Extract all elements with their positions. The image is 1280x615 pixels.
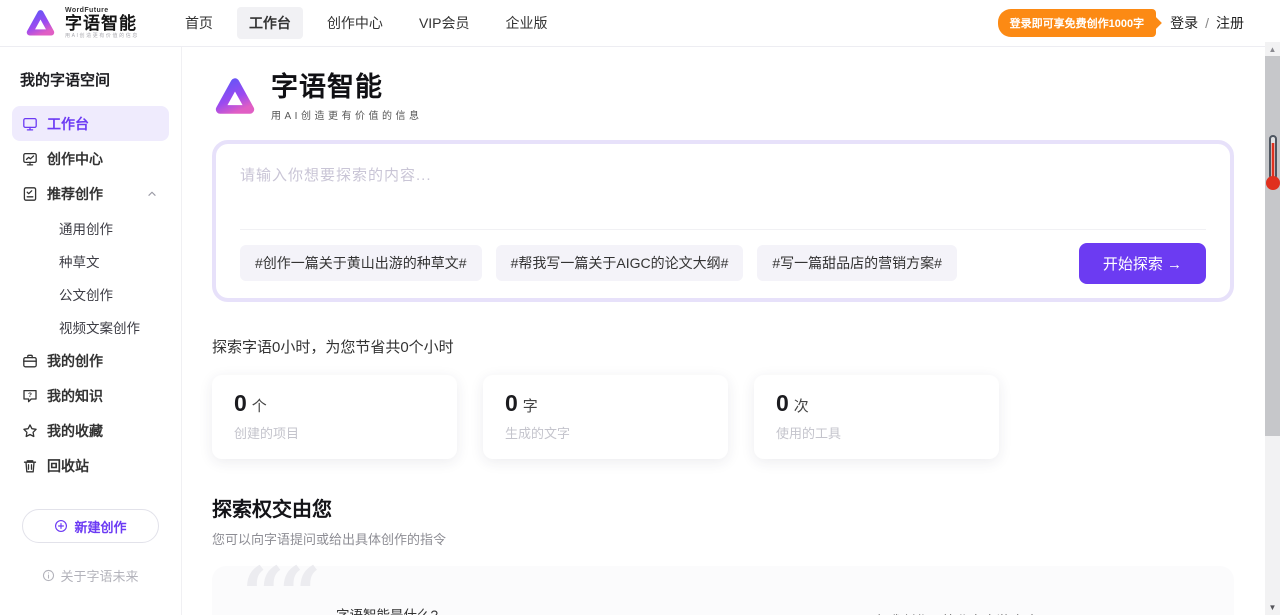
sidebar-item-label: 创作中心 — [47, 149, 103, 169]
info-circle-icon — [42, 569, 55, 582]
svg-text:?: ? — [28, 392, 32, 399]
stat-value: 0 — [776, 390, 789, 416]
start-explore-button[interactable]: 开始探索 → — [1079, 243, 1206, 284]
nav-item-vip[interactable]: VIP会员 — [407, 7, 482, 39]
brand-triangle-icon — [24, 7, 57, 40]
stat-label: 生成的文字 — [505, 423, 706, 442]
stat-unit: 字 — [523, 398, 538, 415]
auth-links: 登录 / 注册 — [1170, 13, 1244, 33]
stat-card-projects: 0个 创建的项目 — [212, 375, 457, 459]
stat-value: 0 — [234, 390, 247, 416]
main-content: 字语智能 用AI创造更有价值的信息 #创作一篇关于黄山出游的种草文# #帮我写一… — [182, 47, 1280, 615]
sidebar: 我的字语空间 工作台 创作中心 推荐创作 通用创作 种草文 公文创作 视频文案创 — [0, 47, 182, 615]
suggestion-chips-row: #创作一篇关于黄山出游的种草文# #帮我写一篇关于AIGC的论文大纲# #写一篇… — [240, 243, 1206, 284]
about-link[interactable]: 关于字语未来 — [0, 566, 181, 585]
brand-name-en: WordFuture — [65, 7, 139, 14]
auth-separator: / — [1205, 15, 1209, 31]
search-divider — [240, 229, 1206, 230]
explore-section-title: 探索权交由您 — [212, 493, 1234, 522]
nav-item-creation-center[interactable]: 创作中心 — [315, 7, 395, 39]
knowledge-icon: ? — [22, 388, 38, 404]
example-prompt-1[interactable]: 字语智能是什么? — [336, 604, 438, 615]
new-creation-button[interactable]: 新建创作 — [22, 509, 159, 543]
scrollbar-up-arrow-icon[interactable]: ▲ — [1265, 45, 1280, 54]
login-promo-badge[interactable]: 登录即可享免费创作1000字 — [998, 9, 1156, 37]
stats-summary: 探索字语0小时，为您节省共0个小时 — [212, 336, 1234, 357]
stat-label: 使用的工具 — [776, 423, 977, 442]
trash-icon — [22, 458, 38, 474]
brand-logo[interactable]: WordFuture 字语智能 用AI创造更有价值的信息 — [24, 7, 139, 40]
nav-item-home[interactable]: 首页 — [173, 7, 225, 39]
sidebar-item-label: 推荐创作 — [47, 184, 103, 204]
top-nav: 首页 工作台 创作中心 VIP会员 企业版 — [173, 7, 560, 39]
sidebar-title: 我的字语空间 — [20, 69, 161, 90]
nav-item-enterprise[interactable]: 企业版 — [494, 7, 560, 39]
briefcase-icon — [22, 353, 38, 369]
stat-value: 0 — [505, 390, 518, 416]
star-icon — [22, 423, 38, 439]
search-card: #创作一篇关于黄山出游的种草文# #帮我写一篇关于AIGC的论文大纲# #写一篇… — [212, 140, 1234, 302]
plus-circle-icon — [54, 519, 68, 533]
sidebar-item-creation-center[interactable]: 创作中心 — [12, 141, 169, 176]
sidebar-sub-item-seeding-article[interactable]: 种草文 — [12, 244, 169, 277]
example-prompts-card: ““ 字语智能是什么? 嘿，帮我创作一篇北京出游攻略 — [212, 566, 1234, 615]
workbench-icon — [22, 116, 38, 132]
stat-unit: 个 — [252, 398, 267, 415]
search-input[interactable] — [240, 164, 1206, 224]
explore-section-subtitle: 您可以向字语提问或给出具体创作的指令 — [212, 529, 1234, 548]
sidebar-item-label: 回收站 — [47, 456, 89, 476]
scrollbar-down-arrow-icon[interactable]: ▼ — [1265, 603, 1280, 612]
hero-tagline: 用AI创造更有价值的信息 — [271, 107, 422, 122]
suggestion-chip-aigc[interactable]: #帮我写一篇关于AIGC的论文大纲# — [496, 245, 744, 281]
quote-icon: ““ — [242, 558, 315, 615]
sidebar-item-label: 我的知识 — [47, 386, 103, 406]
register-link[interactable]: 注册 — [1216, 13, 1244, 33]
stat-card-words: 0字 生成的文字 — [483, 375, 728, 459]
suggestion-chip-dessert[interactable]: #写一篇甜品店的营销方案# — [757, 245, 957, 281]
hero-logo: 字语智能 用AI创造更有价值的信息 — [212, 73, 1234, 122]
stat-unit: 次 — [794, 398, 809, 415]
sidebar-item-recycle-bin[interactable]: 回收站 — [12, 448, 169, 483]
sidebar-item-label: 我的创作 — [47, 351, 103, 371]
login-link[interactable]: 登录 — [1170, 13, 1198, 33]
new-creation-label: 新建创作 — [74, 517, 126, 536]
sidebar-sub-item-official-doc[interactable]: 公文创作 — [12, 277, 169, 310]
example-prompt-2[interactable]: 嘿，帮我创作一篇北京出游攻略 — [848, 610, 1037, 615]
top-header: WordFuture 字语智能 用AI创造更有价值的信息 首页 工作台 创作中心… — [0, 0, 1280, 47]
suggestion-chip-huangshan[interactable]: #创作一篇关于黄山出游的种草文# — [240, 245, 482, 281]
sidebar-item-my-creations[interactable]: 我的创作 — [12, 343, 169, 378]
nav-item-workbench[interactable]: 工作台 — [237, 7, 303, 39]
sidebar-sub-item-general-creation[interactable]: 通用创作 — [12, 211, 169, 244]
stat-card-tools: 0次 使用的工具 — [754, 375, 999, 459]
sidebar-item-workbench[interactable]: 工作台 — [12, 106, 169, 141]
hero-brand-title: 字语智能 — [271, 73, 422, 103]
page-scrollbar[interactable]: ▲ ▼ — [1265, 42, 1280, 615]
sidebar-item-my-knowledge[interactable]: ? 我的知识 — [12, 378, 169, 413]
creation-center-icon — [22, 151, 38, 167]
chevron-up-icon[interactable] — [145, 187, 159, 201]
sidebar-item-label: 我的收藏 — [47, 421, 103, 441]
stats-row: 0个 创建的项目 0字 生成的文字 0次 使用的工具 — [212, 375, 1234, 459]
sidebar-item-label: 工作台 — [47, 114, 89, 134]
thermometer-icon — [1265, 134, 1280, 197]
scrollbar-thumb[interactable] — [1265, 56, 1280, 436]
recommended-icon — [22, 186, 38, 202]
brand-name: 字语智能 — [65, 15, 139, 32]
brand-tagline-tiny: 用AI创造更有价值的信息 — [65, 34, 139, 39]
sidebar-sub-item-video-copy[interactable]: 视频文案创作 — [12, 310, 169, 343]
brand-triangle-icon — [212, 74, 258, 120]
sidebar-item-recommended[interactable]: 推荐创作 — [12, 176, 169, 211]
sidebar-item-my-favorites[interactable]: 我的收藏 — [12, 413, 169, 448]
about-label: 关于字语未来 — [60, 566, 138, 585]
stat-label: 创建的项目 — [234, 423, 435, 442]
